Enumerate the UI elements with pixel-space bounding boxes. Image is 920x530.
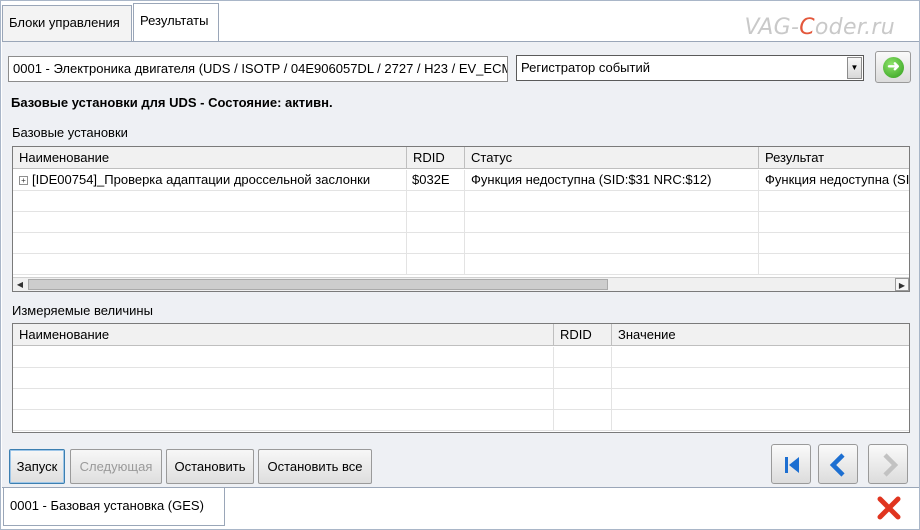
table-row (13, 191, 909, 212)
basic-settings-label: Базовые установки (12, 125, 128, 140)
first-page-button[interactable] (771, 444, 811, 484)
tab-label: Результаты (140, 13, 209, 28)
cell-status: Функция недоступна (SID:$31 NRC:$12) (465, 170, 759, 191)
table-row (13, 212, 909, 233)
basic-settings-table: Наименование RDID Статус Результат + [IDE… (12, 146, 910, 292)
horizontal-scrollbar[interactable]: ◀ ▶ (13, 277, 909, 291)
next-button[interactable]: Следующая (70, 449, 162, 484)
cell-result: Функция недоступна (SID:$31 NRC:$12) (765, 172, 910, 187)
close-icon[interactable] (876, 495, 902, 521)
function-select-value: Регистратор событий (521, 60, 650, 75)
table-row (13, 233, 909, 254)
controller-address-field[interactable]: 0001 - Электроника двигателя (UDS / ISOT… (8, 56, 508, 82)
table-row (13, 410, 909, 431)
tab-results[interactable]: Результаты (133, 3, 219, 41)
scroll-thumb[interactable] (28, 279, 608, 290)
table-header: Наименование RDID Статус Результат (13, 147, 909, 169)
skip-first-icon (785, 457, 799, 473)
table-row (13, 254, 909, 275)
previous-button[interactable] (818, 444, 858, 484)
tab-basic-setting[interactable]: 0001 - Базовая установка (GES) (3, 488, 225, 526)
arrow-right-icon: ➜ (883, 57, 904, 78)
table-row (13, 368, 909, 389)
watermark-logo: VAG-Coder.ru (744, 15, 895, 40)
table-header: Наименование RDID Значение (13, 324, 909, 346)
tab-control-units[interactable]: Блоки управления (2, 5, 132, 41)
column-header-value[interactable]: Значение (612, 324, 909, 346)
cell-name: + [IDE00754]_Проверка адаптации дроссельн… (13, 170, 407, 191)
chevron-right-icon (883, 453, 899, 477)
table-row (13, 347, 909, 368)
tab-label: Блоки управления (9, 15, 120, 30)
stop-all-button[interactable]: Остановить все (258, 449, 372, 484)
column-header-name[interactable]: Наименование (13, 147, 407, 169)
column-header-status[interactable]: Статус (465, 147, 759, 169)
next-page-button[interactable] (868, 444, 908, 484)
application-window: Блоки управления Результаты VAG-Coder.ru… (0, 0, 920, 530)
table-row (13, 389, 909, 410)
column-header-rdid[interactable]: RDID (554, 324, 612, 346)
table-row[interactable]: + [IDE00754]_Проверка адаптации дроссельн… (13, 170, 909, 191)
go-button[interactable]: ➜ (875, 51, 911, 83)
status-text: Базовые установки для UDS - Состояние: а… (11, 95, 333, 110)
start-button[interactable]: Запуск (9, 449, 65, 484)
main-panel: 0001 - Электроника двигателя (UDS / ISOT… (2, 41, 919, 487)
function-select[interactable]: Регистратор событий ▼ (516, 55, 864, 81)
scroll-right-icon[interactable]: ▶ (895, 278, 909, 291)
scroll-left-icon[interactable]: ◀ (13, 278, 27, 291)
column-header-rdid[interactable]: RDID (407, 147, 465, 169)
bottom-tab-bar: 0001 - Базовая установка (GES) (2, 487, 919, 529)
cell-rdid: $032E (407, 170, 465, 191)
measured-values-label: Измеряемые величины (12, 303, 153, 318)
expand-icon[interactable]: + (19, 176, 28, 185)
stop-button[interactable]: Остановить (166, 449, 254, 484)
measured-values-table: Наименование RDID Значение (12, 323, 910, 433)
chevron-left-icon (829, 453, 845, 477)
chevron-down-icon[interactable]: ▼ (847, 57, 862, 79)
column-header-name[interactable]: Наименование (13, 324, 554, 346)
top-tab-bar: Блоки управления Результаты VAG-Coder.ru (1, 1, 919, 41)
column-header-result[interactable]: Результат (759, 147, 909, 169)
